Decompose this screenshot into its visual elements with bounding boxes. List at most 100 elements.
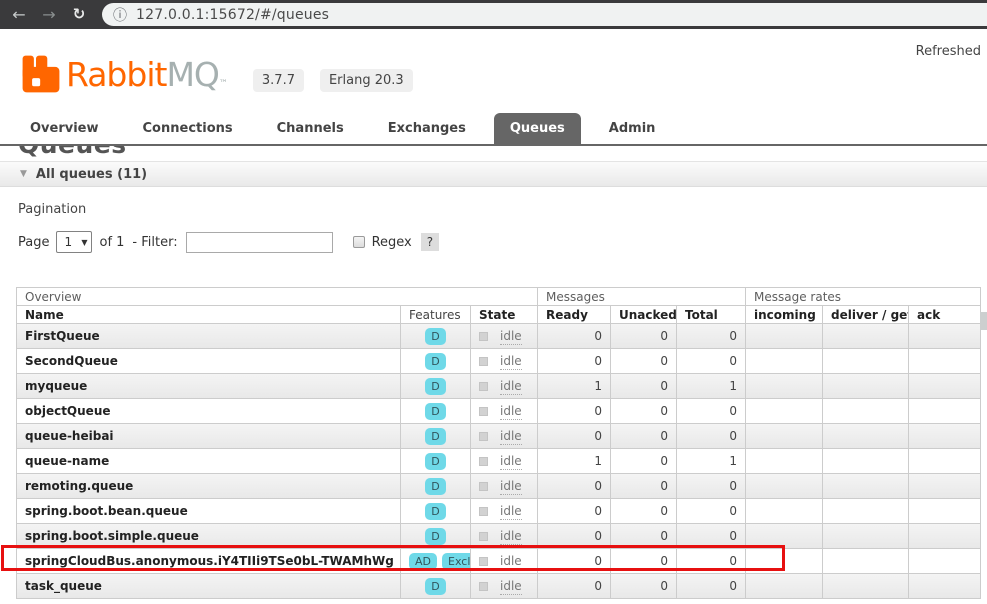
total-count: 0 xyxy=(677,524,746,549)
group-message-rates: Message rates xyxy=(746,288,981,306)
queue-name-link[interactable]: objectQueue xyxy=(17,399,401,424)
deliver-get-rate xyxy=(823,449,909,474)
rabbitmq-logo-icon[interactable] xyxy=(22,55,60,93)
ack-rate xyxy=(909,399,981,424)
tab-exchanges[interactable]: Exchanges xyxy=(372,113,482,144)
col-ack[interactable]: ack xyxy=(909,306,981,324)
queue-name-link[interactable]: myqueue xyxy=(17,374,401,399)
filter-input[interactable] xyxy=(186,232,333,253)
state-indicator-icon xyxy=(479,357,488,366)
all-queues-label: All queues (11) xyxy=(36,167,147,182)
ack-rate xyxy=(909,499,981,524)
unacked-count: 0 xyxy=(611,449,677,474)
col-name[interactable]: Name xyxy=(17,306,401,324)
table-row: remoting.queue D idle 0 0 0 xyxy=(17,474,981,499)
state-text: idle xyxy=(500,579,522,595)
col-state[interactable]: State xyxy=(471,306,538,324)
state-text: idle xyxy=(500,454,522,470)
incoming-rate xyxy=(746,574,823,599)
feature-durable-badge: D xyxy=(425,353,445,370)
ack-rate xyxy=(909,324,981,349)
total-count: 0 xyxy=(677,499,746,524)
ready-count: 0 xyxy=(538,349,611,374)
ack-rate xyxy=(909,349,981,374)
page-label: Page xyxy=(18,235,49,250)
regex-help-icon[interactable]: ? xyxy=(421,233,439,251)
col-ready[interactable]: Ready xyxy=(538,306,611,324)
deliver-get-rate xyxy=(823,424,909,449)
ack-rate xyxy=(909,424,981,449)
table-row: queue-heibai D idle 0 0 0 xyxy=(17,424,981,449)
table-group-header-row: Overview Messages Message rates xyxy=(17,288,981,306)
scrollbar-thumb[interactable] xyxy=(980,312,987,330)
queue-name-link[interactable]: queue-heibai xyxy=(17,424,401,449)
feature-exclusive-badge: Excl xyxy=(442,553,471,570)
queue-name-link[interactable]: springCloudBus.anonymous.iY4TIIi9TSe0bL-… xyxy=(17,549,401,574)
table-row: queue-name D idle 1 0 1 xyxy=(17,449,981,474)
tab-queues[interactable]: Queues xyxy=(494,113,581,144)
tab-overview[interactable]: Overview xyxy=(14,113,115,144)
all-queues-section-header[interactable]: ▼ All queues (11) xyxy=(0,161,987,187)
state-indicator-icon xyxy=(479,507,488,516)
tab-channels[interactable]: Channels xyxy=(261,113,360,144)
address-bar[interactable]: ⓘ 127.0.0.1:15672/#/queues xyxy=(102,3,987,26)
filter-label: - Filter: xyxy=(132,235,177,250)
incoming-rate xyxy=(746,324,823,349)
tab-connections[interactable]: Connections xyxy=(127,113,249,144)
ready-count: 0 xyxy=(538,549,611,574)
forward-icon[interactable]: → xyxy=(34,0,64,29)
col-unacked[interactable]: Unacked xyxy=(611,306,677,324)
incoming-rate xyxy=(746,374,823,399)
page-info-icon[interactable]: ⓘ xyxy=(113,5,127,25)
state-indicator-icon xyxy=(479,557,488,566)
brand-wordmark[interactable]: RabbitMQ™ xyxy=(66,55,227,94)
tab-admin[interactable]: Admin xyxy=(593,113,672,144)
total-count: 0 xyxy=(677,399,746,424)
state-text: idle xyxy=(500,429,522,445)
ready-count: 0 xyxy=(538,574,611,599)
state-indicator-icon xyxy=(479,582,488,591)
col-deliver-get[interactable]: deliver / get xyxy=(823,306,909,324)
pagination-controls: Page 1 ▼ of 1 - Filter: Regex ? xyxy=(18,230,987,254)
deliver-get-rate xyxy=(823,574,909,599)
back-icon[interactable]: ← xyxy=(4,0,34,29)
unacked-count: 0 xyxy=(611,574,677,599)
unacked-count: 0 xyxy=(611,324,677,349)
col-total[interactable]: Total xyxy=(677,306,746,324)
deliver-get-rate xyxy=(823,324,909,349)
incoming-rate xyxy=(746,399,823,424)
url-text[interactable]: 127.0.0.1:15672/#/queues xyxy=(136,7,329,23)
queue-name-link[interactable]: spring.boot.simple.queue xyxy=(17,524,401,549)
deliver-get-rate xyxy=(823,499,909,524)
browser-toolbar: ← → ↻ ⓘ 127.0.0.1:15672/#/queues xyxy=(0,0,987,29)
reload-icon[interactable]: ↻ xyxy=(64,0,94,29)
table-row: spring.boot.bean.queue D idle 0 0 0 xyxy=(17,499,981,524)
feature-durable-badge: D xyxy=(425,378,445,395)
incoming-rate xyxy=(746,524,823,549)
ack-rate xyxy=(909,474,981,499)
page-select-value: 1 xyxy=(64,235,72,249)
queue-name-link[interactable]: remoting.queue xyxy=(17,474,401,499)
feature-durable-badge: D xyxy=(425,503,445,520)
queue-name-link[interactable]: queue-name xyxy=(17,449,401,474)
feature-durable-badge: D xyxy=(425,403,445,420)
total-count: 0 xyxy=(677,574,746,599)
table-row: FirstQueue D idle 0 0 0 xyxy=(17,324,981,349)
queue-name-link[interactable]: task_queue xyxy=(17,574,401,599)
collapse-triangle-icon[interactable]: ▼ xyxy=(20,169,27,179)
trademark-symbol: ™ xyxy=(219,79,227,89)
deliver-get-rate xyxy=(823,524,909,549)
page-number-select[interactable]: 1 ▼ xyxy=(56,231,92,253)
regex-checkbox[interactable] xyxy=(353,236,365,248)
queue-name-link[interactable]: spring.boot.bean.queue xyxy=(17,499,401,524)
state-text: idle xyxy=(500,379,522,395)
queue-name-link[interactable]: FirstQueue xyxy=(17,324,401,349)
table-row: spring.boot.simple.queue D idle 0 0 0 xyxy=(17,524,981,549)
queue-name-link[interactable]: SecondQueue xyxy=(17,349,401,374)
total-count: 0 xyxy=(677,549,746,574)
total-count: 1 xyxy=(677,449,746,474)
unacked-count: 0 xyxy=(611,424,677,449)
col-incoming[interactable]: incoming xyxy=(746,306,823,324)
unacked-count: 0 xyxy=(611,349,677,374)
state-indicator-icon xyxy=(479,432,488,441)
